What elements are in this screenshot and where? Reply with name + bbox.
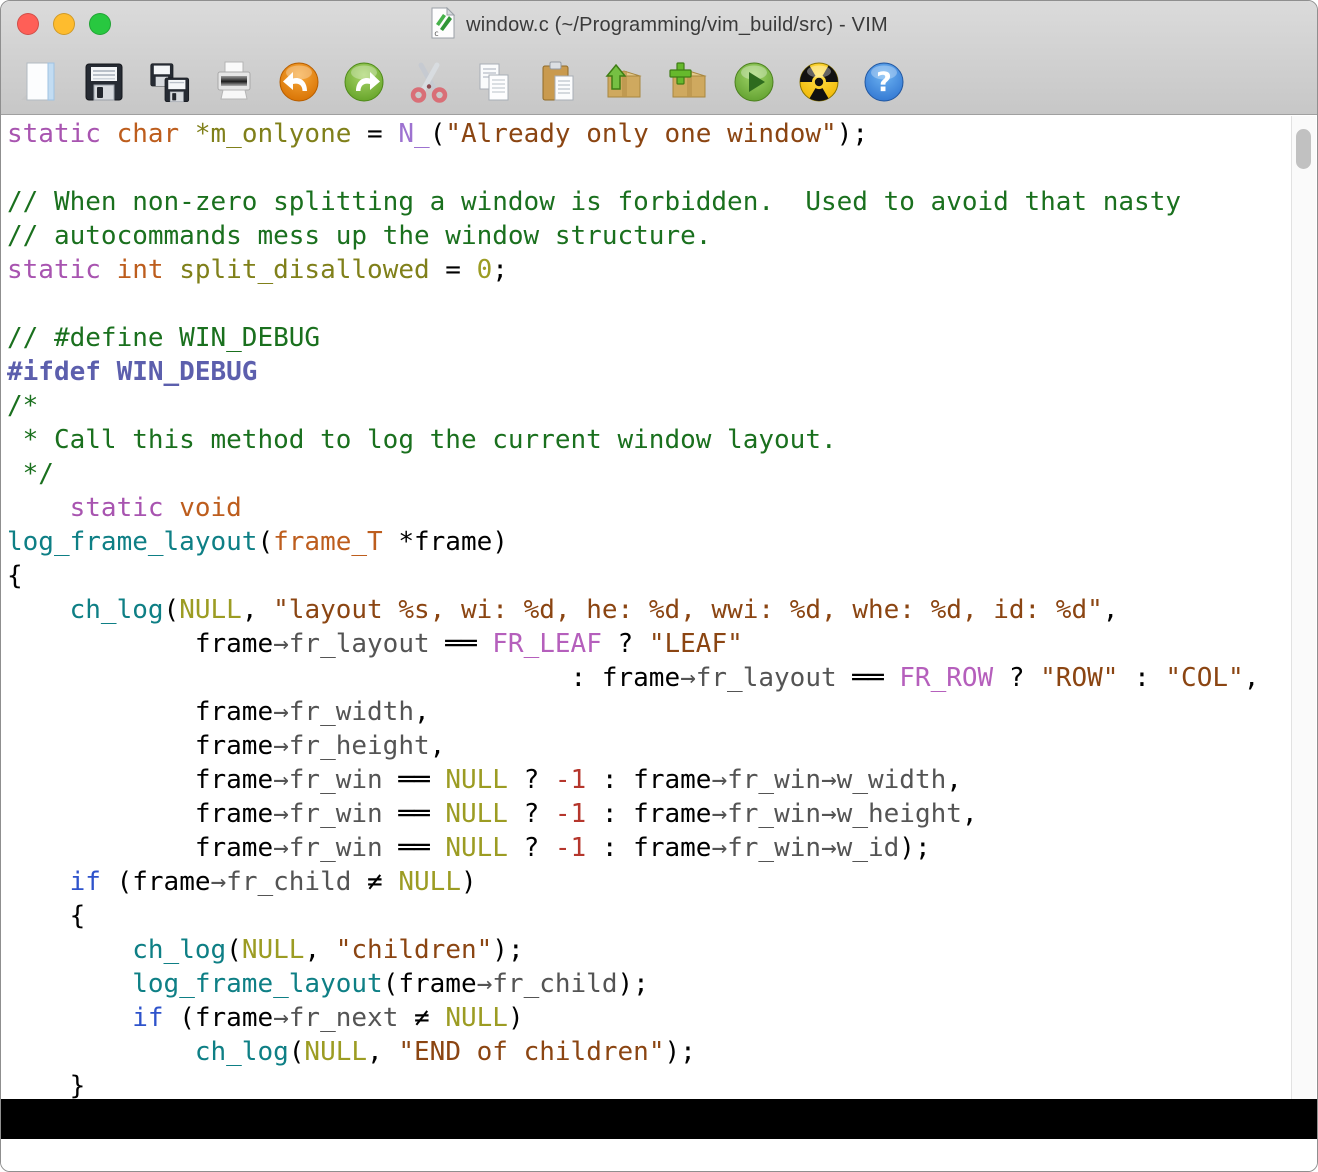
scissors-icon bbox=[405, 58, 453, 106]
document-proxy-icon[interactable]: c bbox=[430, 7, 456, 44]
code-area[interactable]: static char *m_onlyone = N_("Already onl… bbox=[1, 116, 1291, 1099]
code-line: // When non-zero splitting a window is f… bbox=[7, 185, 1291, 219]
code-line: */ bbox=[7, 457, 1291, 491]
code-line: } bbox=[7, 1069, 1291, 1099]
svg-text:?: ? bbox=[876, 67, 892, 98]
zoom-button[interactable] bbox=[89, 13, 111, 35]
copy-pages-icon bbox=[470, 58, 518, 106]
code-line: static int split_disallowed = 0; bbox=[7, 253, 1291, 287]
load-session-button[interactable] bbox=[600, 58, 648, 106]
code-line: * Call this method to log the current wi… bbox=[7, 423, 1291, 457]
code-line: log_frame_layout(frame→fr_child); bbox=[7, 967, 1291, 1001]
code-line: #ifdef WIN_DEBUG bbox=[7, 355, 1291, 389]
code-line: { bbox=[7, 899, 1291, 933]
make-button[interactable] bbox=[795, 58, 843, 106]
copy-button[interactable] bbox=[470, 58, 518, 106]
toolbar: ? bbox=[1, 49, 1317, 115]
code-line: ch_log(NULL, "END of children"); bbox=[7, 1035, 1291, 1069]
code-line: static void bbox=[7, 491, 1291, 525]
code-line: : frame→fr_layout ══ FR_ROW ? "ROW" : "C… bbox=[7, 661, 1291, 695]
code-line: frame→fr_win ══ NULL ? -1 : frame→fr_win… bbox=[7, 763, 1291, 797]
status-line: ~/Programming/vim_build/src/window.c 80×… bbox=[1, 1099, 1317, 1139]
question-mark-icon: ? bbox=[860, 58, 908, 106]
play-icon bbox=[730, 58, 778, 106]
save-button[interactable] bbox=[80, 58, 128, 106]
vim-window: c window.c (~/Programming/vim_build/src)… bbox=[0, 0, 1318, 1172]
radiation-icon bbox=[795, 58, 843, 106]
titlebar[interactable]: c window.c (~/Programming/vim_build/src)… bbox=[1, 1, 1317, 49]
close-button[interactable] bbox=[17, 13, 39, 35]
floppy-disk-icon bbox=[80, 58, 128, 106]
code-line: { bbox=[7, 559, 1291, 593]
scrollbar-track[interactable] bbox=[1291, 116, 1316, 1099]
code-line: /* bbox=[7, 389, 1291, 423]
undo-arrow-icon bbox=[275, 58, 323, 106]
traffic-lights bbox=[17, 13, 111, 35]
clipboard-icon bbox=[535, 58, 583, 106]
window-title: window.c (~/Programming/vim_build/src) -… bbox=[466, 14, 888, 37]
code-line: // autocommands mess up the window struc… bbox=[7, 219, 1291, 253]
code-line bbox=[7, 151, 1291, 185]
new-document-icon bbox=[15, 58, 63, 106]
code-line: frame→fr_layout ══ FR_LEAF ? "LEAF" bbox=[7, 627, 1291, 661]
title-group: c window.c (~/Programming/vim_build/src)… bbox=[430, 7, 888, 44]
box-arrow-icon bbox=[600, 58, 648, 106]
window-header: c window.c (~/Programming/vim_build/src)… bbox=[1, 1, 1317, 115]
code-line: if (frame→fr_child ≠ NULL) bbox=[7, 865, 1291, 899]
code-line: frame→fr_height, bbox=[7, 729, 1291, 763]
undo-button[interactable] bbox=[275, 58, 323, 106]
redo-button[interactable] bbox=[340, 58, 388, 106]
printer-icon bbox=[210, 58, 258, 106]
print-button[interactable] bbox=[210, 58, 258, 106]
code-line: ch_log(NULL, "layout %s, wi: %d, he: %d,… bbox=[7, 593, 1291, 627]
box-plus-icon bbox=[665, 58, 713, 106]
code-line: ch_log(NULL, "children"); bbox=[7, 933, 1291, 967]
code-line: frame→fr_win ══ NULL ? -1 : frame→fr_win… bbox=[7, 797, 1291, 831]
code-line: if (frame→fr_next ≠ NULL) bbox=[7, 1001, 1291, 1035]
double-floppy-icon bbox=[145, 58, 193, 106]
code-line: frame→fr_win ══ NULL ? -1 : frame→fr_win… bbox=[7, 831, 1291, 865]
svg-text:c: c bbox=[434, 29, 439, 38]
save-session-button[interactable] bbox=[665, 58, 713, 106]
command-line[interactable] bbox=[1, 1139, 1317, 1171]
save-all-button[interactable] bbox=[145, 58, 193, 106]
minimize-button[interactable] bbox=[53, 13, 75, 35]
help-button[interactable]: ? bbox=[860, 58, 908, 106]
code-line bbox=[7, 287, 1291, 321]
code-line: // #define WIN_DEBUG bbox=[7, 321, 1291, 355]
code-line: log_frame_layout(frame_T *frame) bbox=[7, 525, 1291, 559]
code-line: frame→fr_width, bbox=[7, 695, 1291, 729]
code-line: static char *m_onlyone = N_("Already onl… bbox=[7, 117, 1291, 151]
paste-button[interactable] bbox=[535, 58, 583, 106]
cut-button[interactable] bbox=[405, 58, 453, 106]
new-file-button[interactable] bbox=[15, 58, 63, 106]
scrollbar-thumb[interactable] bbox=[1296, 129, 1311, 169]
redo-arrow-icon bbox=[340, 58, 388, 106]
run-script-button[interactable] bbox=[730, 58, 778, 106]
